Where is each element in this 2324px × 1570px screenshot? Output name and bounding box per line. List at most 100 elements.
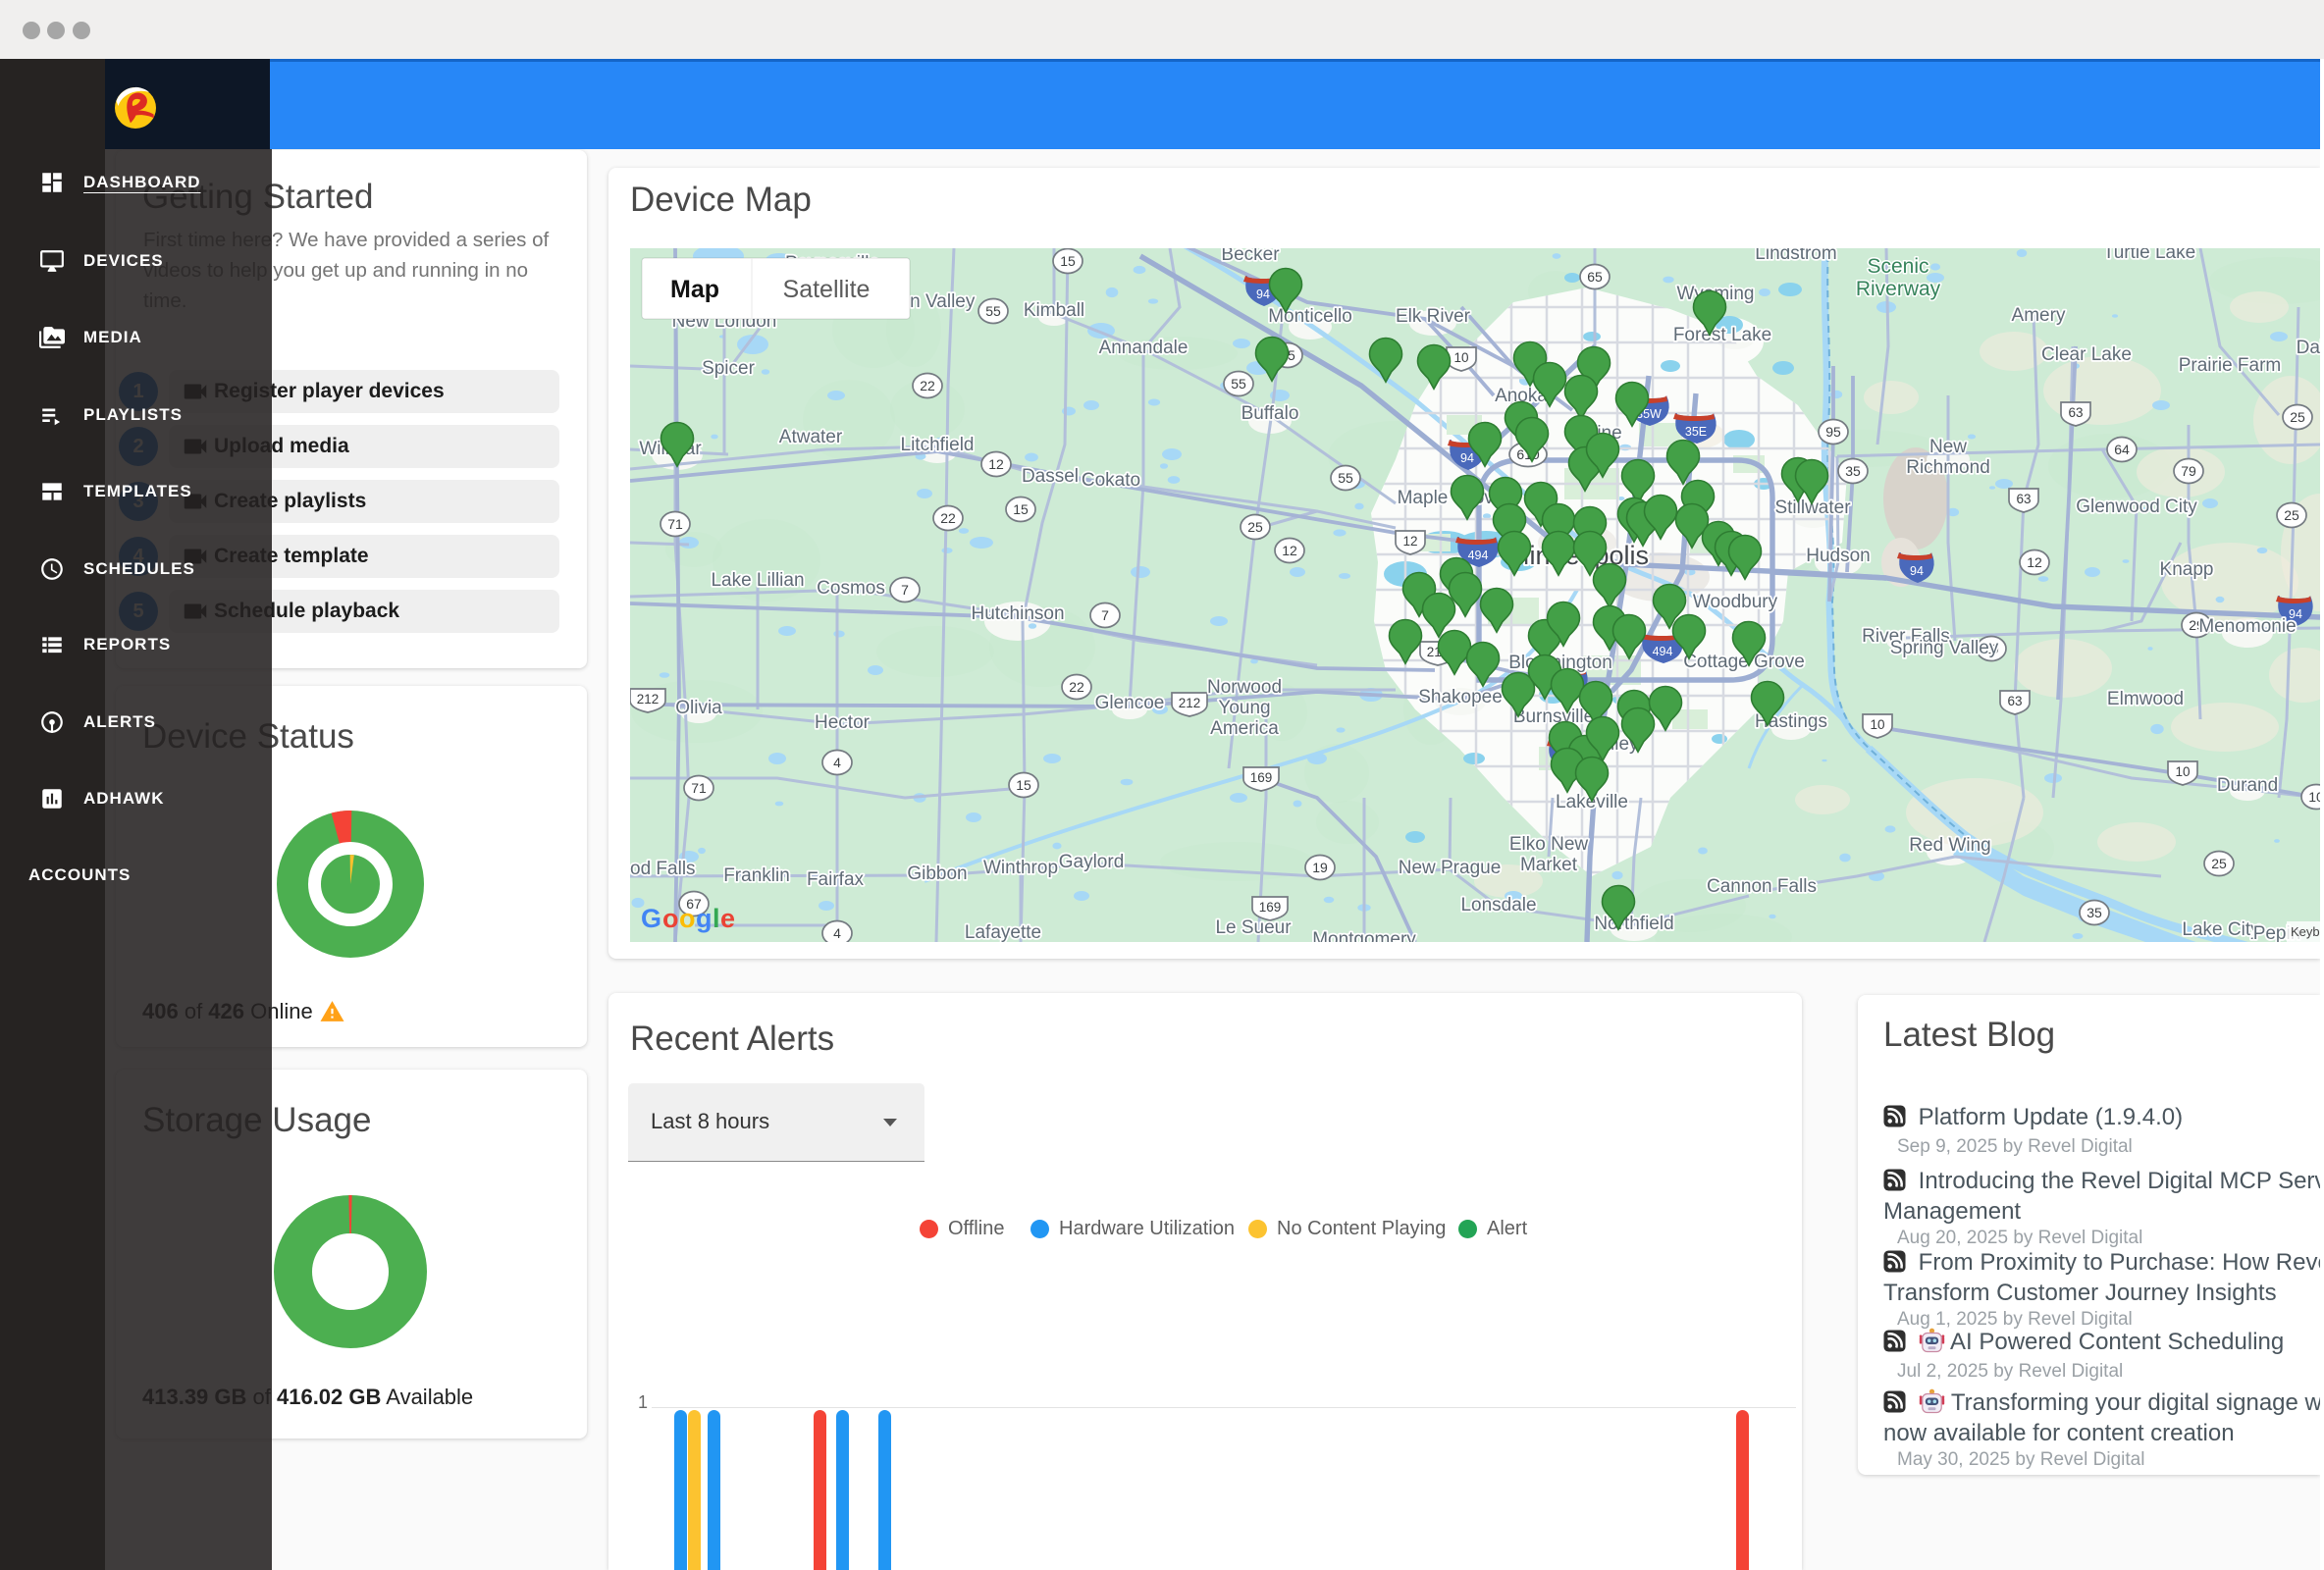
svg-text:25: 25 [2284,507,2299,523]
svg-text:15: 15 [1060,253,1076,269]
svg-text:g: g [696,904,713,933]
svg-text:4: 4 [833,925,841,941]
svg-text:7: 7 [901,582,909,598]
svg-text:Lake Lillian: Lake Lillian [711,570,804,591]
svg-text:65: 65 [1587,269,1603,285]
svg-text:Kimball: Kimball [1024,300,1084,321]
svg-text:10: 10 [2308,789,2320,805]
svg-text:Knapp: Knapp [2160,559,2214,580]
svg-text:55: 55 [985,303,1001,319]
svg-text:o: o [679,904,696,933]
svg-text:Dall: Dall [2297,338,2320,358]
svg-text:G: G [641,904,661,933]
svg-text:Montgomery: Montgomery [1312,929,1416,942]
svg-text:Young: Young [1218,698,1270,718]
svg-text:Durand: Durand [2217,775,2278,796]
svg-text:Norwood: Norwood [1207,677,1282,698]
svg-text:79: 79 [2181,463,2196,479]
svg-text:25: 25 [1247,519,1263,535]
svg-text:95: 95 [1825,424,1841,440]
svg-text:169: 169 [1250,770,1273,785]
svg-text:Market: Market [1520,855,1578,875]
svg-text:Cosmos: Cosmos [817,578,885,599]
svg-text:12: 12 [1402,534,1417,549]
svg-text:Spring Valley: Spring Valley [1890,638,1999,658]
svg-text:Forest Lake: Forest Lake [1673,325,1771,345]
svg-text:Becker: Becker [1221,248,1280,265]
svg-text:Hutchinson: Hutchinson [971,603,1064,624]
svg-text:494: 494 [1468,549,1489,562]
svg-text:Woodbury: Woodbury [1693,592,1778,612]
svg-text:Burnsville: Burnsville [1513,706,1594,727]
svg-text:22: 22 [1069,679,1084,695]
svg-text:o: o [662,904,679,933]
svg-text:Turtle Lake: Turtle Lake [2103,248,2195,263]
svg-text:Satellite: Satellite [783,276,871,303]
svg-text:10: 10 [2175,764,2190,779]
svg-text:Olivia: Olivia [675,698,722,718]
svg-text:212: 212 [637,692,660,706]
svg-text:71: 71 [691,780,707,796]
svg-text:Glenwood City: Glenwood City [2076,497,2197,517]
svg-text:4: 4 [833,755,841,770]
svg-text:en Valley: en Valley [900,291,976,312]
svg-text:Gaylord: Gaylord [1059,852,1125,872]
svg-text:Le Sueur: Le Sueur [1215,917,1292,938]
svg-text:Scenic: Scenic [1867,255,1928,278]
svg-text:ood Falls: ood Falls [630,859,696,879]
svg-text:12: 12 [1282,543,1297,558]
svg-text:63: 63 [2007,694,2022,708]
svg-text:Keyb: Keyb [2291,924,2320,939]
svg-text:10: 10 [1870,717,1884,732]
svg-text:94: 94 [1460,451,1474,465]
svg-text:Menomonie: Menomonie [2198,616,2296,637]
svg-text:Hudson: Hudson [1806,546,1871,566]
svg-text:94: 94 [1256,288,1270,301]
svg-text:22: 22 [920,378,935,393]
svg-text:Prairie Farm: Prairie Farm [2179,355,2282,376]
svg-text:35: 35 [1845,463,1861,479]
svg-text:Elmwood: Elmwood [2107,689,2184,709]
svg-text:35: 35 [2086,905,2102,920]
svg-text:22: 22 [940,510,956,526]
svg-text:Lake City: Lake City [2182,919,2260,940]
svg-text:Map: Map [670,276,719,303]
svg-text:55: 55 [1231,376,1246,392]
svg-text:63: 63 [2016,492,2031,506]
svg-text:Red Wing: Red Wing [1909,835,1990,856]
svg-text:Richmond: Richmond [1906,457,1990,478]
svg-text:Cannon Falls: Cannon Falls [1707,876,1817,897]
svg-text:63: 63 [2068,405,2083,420]
svg-text:35E: 35E [1685,425,1707,439]
svg-text:15: 15 [1013,501,1029,517]
svg-text:Atwater: Atwater [779,427,843,447]
svg-text:Gibbon: Gibbon [907,864,967,884]
svg-text:Spicer: Spicer [702,358,756,379]
svg-text:Hector: Hector [815,712,871,733]
svg-text:Northfield: Northfield [1594,914,1673,934]
svg-text:Elk River: Elk River [1396,306,1471,327]
svg-text:94: 94 [1910,564,1924,578]
svg-text:Dassel: Dassel [1022,466,1079,487]
svg-text:494: 494 [1653,645,1673,658]
svg-text:New Prague: New Prague [1399,858,1502,878]
svg-text:Lindstrom: Lindstrom [1755,248,1836,264]
svg-text:10: 10 [1453,350,1468,365]
svg-text:America: America [1210,718,1279,739]
svg-text:Cokato: Cokato [1082,470,1140,491]
svg-text:12: 12 [2027,554,2042,570]
svg-text:Shakopee: Shakopee [1418,687,1503,707]
svg-text:Franklin: Franklin [723,865,790,886]
svg-text:Riverway: Riverway [1856,278,1941,300]
svg-text:Buffalo: Buffalo [1241,403,1299,424]
svg-text:Litchfield: Litchfield [901,435,975,455]
svg-text:55: 55 [1338,470,1353,486]
svg-text:Elko New: Elko New [1509,834,1589,855]
svg-text:Amery: Amery [2012,305,2066,326]
svg-text:7: 7 [1101,607,1109,623]
svg-text:212: 212 [1179,696,1201,710]
svg-text:Fairfax: Fairfax [807,869,865,890]
svg-text:l: l [713,904,720,933]
svg-text:Monticello: Monticello [1268,306,1352,327]
svg-text:64: 64 [2114,442,2130,457]
